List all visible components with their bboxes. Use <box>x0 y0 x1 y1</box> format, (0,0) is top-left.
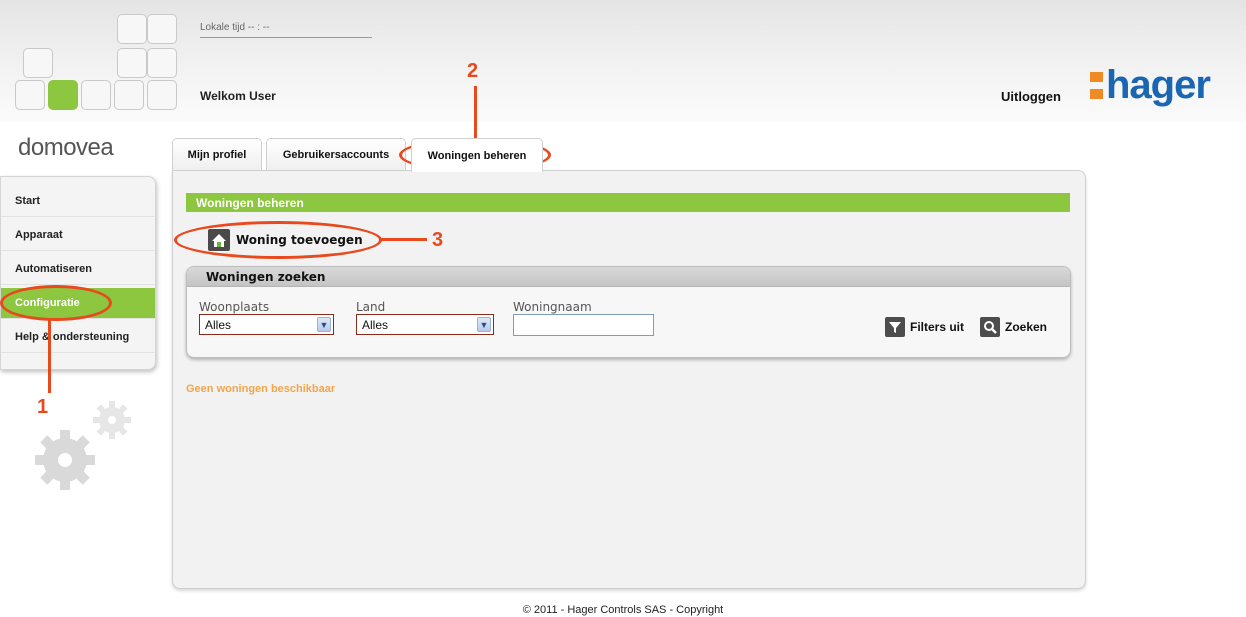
woonplaats-select[interactable]: Alles ▼ <box>199 314 334 335</box>
logo-square <box>15 80 45 110</box>
logo-square <box>23 48 53 78</box>
callout-ellipse-add <box>174 221 382 259</box>
logo-square <box>117 48 147 78</box>
magnifier-icon <box>980 317 1000 337</box>
local-time-underline <box>200 37 372 38</box>
search-box-title: Woningen zoeken <box>187 267 1070 287</box>
land-value: Alles <box>362 317 389 332</box>
empty-message: Geen woningen beschikbaar <box>186 383 336 395</box>
welcome-text: Welkom User <box>200 89 276 103</box>
filters-off-button[interactable]: Filters uit <box>885 316 964 338</box>
sidebar-item-start[interactable]: Start <box>1 186 155 217</box>
callout-number-3: 3 <box>432 229 444 251</box>
logout-link[interactable]: Uitloggen <box>1001 89 1061 104</box>
callout-number-2: 2 <box>467 60 479 82</box>
section-title: Woningen beheren <box>186 193 1070 212</box>
search-button-label: Zoeken <box>1005 320 1048 334</box>
logo-square <box>147 14 177 44</box>
callout-number-1: 1 <box>37 396 49 418</box>
callout-ellipse-configuratie <box>0 285 112 321</box>
logo-square <box>117 14 147 44</box>
logo-square <box>147 48 177 78</box>
woningnaam-input[interactable] <box>513 314 654 336</box>
hager-logo-text: hager <box>1106 63 1211 107</box>
tab-mijn-profiel[interactable]: Mijn profiel <box>172 138 262 171</box>
filters-off-label: Filters uit <box>910 320 965 334</box>
sidebar-item-help[interactable]: Help & ondersteuning <box>1 322 155 353</box>
tab-label: Woningen beheren <box>427 149 527 162</box>
woonplaats-label: Woonplaats <box>199 300 270 314</box>
logo-square <box>114 80 144 110</box>
hager-logo-dots <box>1090 71 1103 99</box>
land-label: Land <box>356 300 386 314</box>
sidebar-item-automatiseren[interactable]: Automatiseren <box>1 254 155 285</box>
woningnaam-label: Woningnaam <box>513 300 592 314</box>
logo-square <box>81 80 111 110</box>
sidebar-item-label: Apparaat <box>15 229 63 241</box>
chevron-down-icon: ▼ <box>477 317 491 332</box>
tab-label: Gebruikersaccounts <box>282 149 390 161</box>
woonplaats-value: Alles <box>205 317 232 332</box>
callout-line-1 <box>48 318 51 393</box>
hager-logo: hager <box>1090 63 1211 107</box>
header-bar: Lokale tijd -- : -- Welkom User Uitlogge… <box>0 0 1246 122</box>
tab-label: Mijn profiel <box>187 149 247 161</box>
footer-copyright: © 2011 - Hager Controls SAS - Copyright <box>522 604 724 616</box>
callout-line-2 <box>474 86 477 139</box>
search-button[interactable]: Zoeken <box>980 316 1047 338</box>
land-select[interactable]: Alles ▼ <box>356 314 494 335</box>
tab-gebruikersaccounts[interactable]: Gebruikersaccounts <box>266 138 406 171</box>
callout-line-3 <box>381 238 427 241</box>
logo-square <box>147 80 177 110</box>
logo-square-green <box>48 80 78 110</box>
search-box: Woningen zoeken <box>186 266 1071 358</box>
sidebar: Start Apparaat Automatiseren Configurati… <box>0 176 156 370</box>
sidebar-item-label: Automatiseren <box>15 263 93 275</box>
brand-domovea: domovea <box>18 134 114 161</box>
sidebar-item-apparaat[interactable]: Apparaat <box>1 220 155 251</box>
filter-icon <box>885 317 905 337</box>
local-time: Lokale tijd -- : -- <box>200 22 270 33</box>
tab-woningen-beheren[interactable]: Woningen beheren <box>411 138 543 172</box>
sidebar-item-label: Help & ondersteuning <box>15 331 130 343</box>
chevron-down-icon: ▼ <box>317 317 331 332</box>
sidebar-item-label: Start <box>15 195 41 207</box>
